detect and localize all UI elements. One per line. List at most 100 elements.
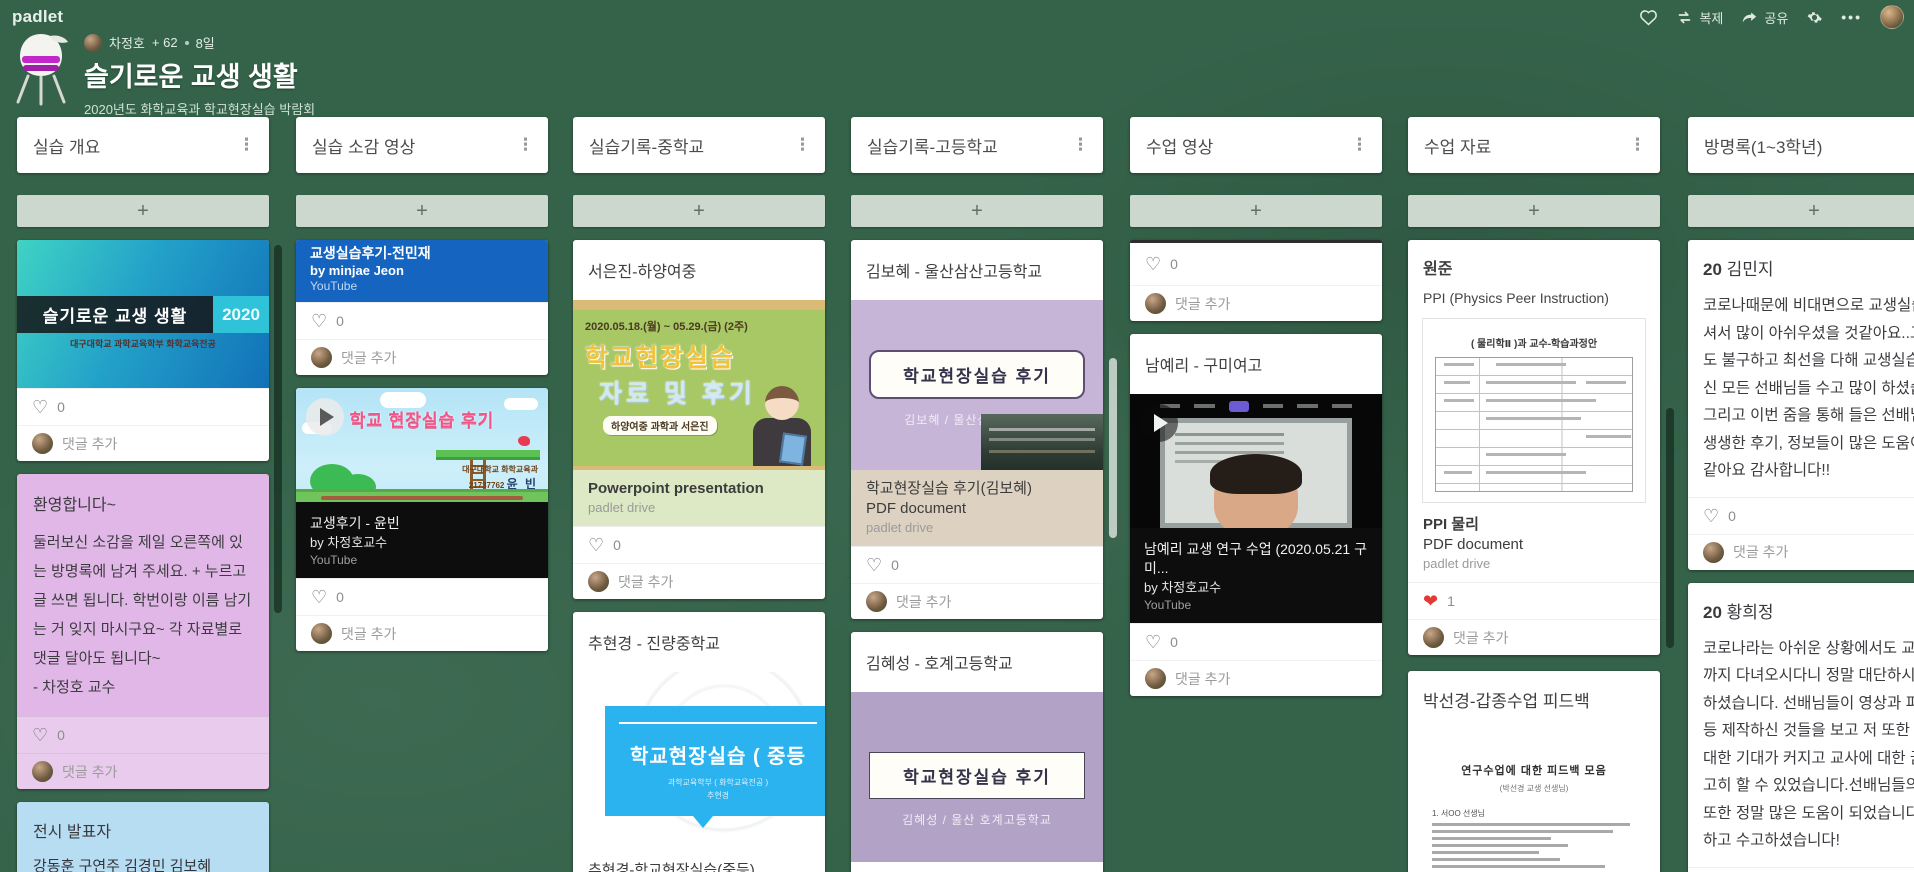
column-menu-icon[interactable]: ⋮ xyxy=(1625,135,1650,155)
share-button[interactable]: 공유 xyxy=(1741,8,1788,27)
column-menu-icon[interactable]: ⋮ xyxy=(234,135,259,155)
settings-button[interactable] xyxy=(1806,9,1823,26)
column-title: 실습기록-중학교 xyxy=(589,133,704,158)
favorite-button[interactable] xyxy=(1639,9,1658,26)
attachment-thumbnail[interactable]: 학교현장실습 ( 중등 과학교육학부 ( 화학교육전공 ) 추현경 xyxy=(573,672,825,852)
post-presenters[interactable]: 전시 발표자 강동훈 구연주 김경민 김보혜 김선영 김은비 김혜성 남예리 박… xyxy=(17,802,269,872)
attachment-thumbnail[interactable]: 2020.05.18.(월) ~ 05.29.(금) (2주) 학교현장실습 자… xyxy=(573,300,825,470)
post-clipped-video[interactable]: ♡0 댓글 추가 xyxy=(1130,240,1382,321)
add-post-button[interactable]: + xyxy=(851,195,1103,227)
add-comment-row[interactable]: 댓글 추가 xyxy=(17,425,269,461)
post-guestbook-hwanghuijeong[interactable]: 20 황희정 코로나라는 아쉬운 상황에서도 교생실습까지 다녀오시다니 정말 … xyxy=(1688,583,1914,872)
like-icon[interactable]: ♡ xyxy=(1145,255,1161,273)
avatar xyxy=(32,433,53,454)
column-title: 실습 개요 xyxy=(33,133,100,158)
column-header[interactable]: 실습기록-중학교 ⋮ xyxy=(573,117,825,173)
attachment-caption: 추현경-학교현장실습(중등) xyxy=(573,852,825,872)
platform-shape xyxy=(436,450,540,460)
slide-subtitle-text: 과학교육학부 ( 화학교육전공 ) xyxy=(605,777,825,788)
user-avatar[interactable] xyxy=(1880,5,1904,29)
video-author: by 차정호교수 xyxy=(310,533,534,552)
contributor-count[interactable]: + 62 xyxy=(152,35,178,50)
add-comment-row[interactable]: 댓글 추가 xyxy=(1130,660,1382,696)
add-post-button[interactable]: + xyxy=(573,195,825,227)
video-author: by 차정호교수 xyxy=(1144,578,1368,597)
column-scrollbar[interactable] xyxy=(274,245,282,613)
like-row: ❤1 xyxy=(1408,582,1660,619)
video-thumbnail[interactable]: 학교 현장실습 후기 대구대학교 화학교육과 21737762 윤 빈 xyxy=(296,388,548,502)
like-icon[interactable]: ♡ xyxy=(311,312,327,330)
more-menu-button[interactable]: ••• xyxy=(1841,9,1862,25)
add-comment-row[interactable]: 댓글 추가 xyxy=(1688,534,1914,570)
avatar xyxy=(1145,293,1166,314)
column-records-high-school: 실습기록-고등학교 ⋮ + 김보혜 - 울산삼산고등학교 학교현장실습 후기 김… xyxy=(851,117,1103,872)
board-title: 슬기로운 교생 생활 xyxy=(84,55,315,94)
column-header[interactable]: 방명록(1~3학년) xyxy=(1688,117,1914,173)
column-menu-icon[interactable]: ⋮ xyxy=(1347,135,1372,155)
post-overview-image[interactable]: 슬기로운 교생 생활 2020 대구대학교 과학교육학부 화학교육전공 ♡0 댓… xyxy=(17,240,269,461)
document-preview[interactable]: ( 물리학Ⅱ )과 교수-학습과정안 xyxy=(1422,318,1646,503)
add-post-button[interactable]: + xyxy=(296,195,548,227)
post-guestbook-kimminji[interactable]: 20 김민지 코로나때문에 비대면으로 교생실습을 하셔서 많이 아쉬우셨을 것… xyxy=(1688,240,1914,570)
add-post-button[interactable]: + xyxy=(1688,195,1914,227)
add-comment-row[interactable]: 댓글 추가 xyxy=(1130,285,1382,321)
video-thumbnail[interactable] xyxy=(1130,394,1382,528)
column-menu-icon[interactable]: ⋮ xyxy=(790,135,815,155)
post-title: 김보혜 - 울산삼산고등학교 xyxy=(866,264,1042,281)
post-nam-yeri[interactable]: 남예리 - 구미여고 남예리 교생 연구 수업 (2020.05.21 구미..… xyxy=(1130,334,1382,696)
like-icon[interactable]: ♡ xyxy=(866,556,882,574)
add-comment-row[interactable]: 댓글 추가 xyxy=(17,753,269,789)
add-comment-row[interactable]: 댓글 추가 xyxy=(573,563,825,599)
like-row: ♡0 xyxy=(296,578,548,615)
post-video-jeon[interactable]: 교생실습후기-전민재 by minjae Jeon YouTube ♡0 댓글 … xyxy=(296,240,548,375)
play-button[interactable] xyxy=(306,398,344,436)
add-comment-row[interactable]: 댓글 추가 xyxy=(851,583,1103,619)
add-post-button[interactable]: + xyxy=(1408,195,1660,227)
thumb-title-text: 슬기로운 교생 생활 xyxy=(17,296,213,333)
column-header[interactable]: 수업 자료 ⋮ xyxy=(1408,117,1660,173)
post-title: 서은진-하양여중 xyxy=(588,264,696,281)
post-video-yunbin[interactable]: 학교 현장실습 후기 대구대학교 화학교육과 21737762 윤 빈 교생후기… xyxy=(296,388,548,651)
column-header[interactable]: 실습 소감 영상 ⋮ xyxy=(296,117,548,173)
column-header[interactable]: 실습기록-고등학교 ⋮ xyxy=(851,117,1103,173)
column-menu-icon[interactable]: ⋮ xyxy=(513,135,538,155)
add-comment-row[interactable]: 댓글 추가 xyxy=(296,339,548,375)
column-menu-icon[interactable]: ⋮ xyxy=(1068,135,1093,155)
post-welcome[interactable]: 환영합니다~ 둘러보신 소감을 제일 오른쪽에 있는 방명록에 남겨 주세요. … xyxy=(17,474,269,789)
like-icon[interactable]: ♡ xyxy=(588,536,604,554)
add-post-button[interactable]: + xyxy=(1130,195,1382,227)
post-kim-bohye[interactable]: 김보혜 - 울산삼산고등학교 학교현장실습 후기 김보혜 / 울산삼산고등학교 … xyxy=(851,240,1103,619)
overview-thumbnail: 슬기로운 교생 생활 2020 대구대학교 과학교육학부 화학교육전공 xyxy=(17,240,269,388)
like-icon[interactable]: ♡ xyxy=(32,726,48,744)
post-park-seonkyeong[interactable]: 박선경-갑종수업 피드백 연구수업에 대한 피드백 모음 (박선경 교생 선생님… xyxy=(1408,671,1660,872)
attachment-thumbnail[interactable]: 학교현장실습 후기 김혜성 / 울산 호계고등학교 xyxy=(851,692,1103,862)
post-seo-eunjin[interactable]: 서은진-하양여중 2020.05.18.(월) ~ 05.29.(금) (2주)… xyxy=(573,240,825,599)
author-avatar[interactable] xyxy=(84,34,102,52)
like-icon[interactable]: ♡ xyxy=(311,588,327,606)
post-kim-hyeseong[interactable]: 김혜성 - 호계고등학교 학교현장실습 후기 김혜성 / 울산 호계고등학교 학… xyxy=(851,632,1103,872)
post-wonjun[interactable]: 원준 PPI (Physics Peer Instruction) ( 물리학Ⅱ… xyxy=(1408,240,1660,655)
play-button[interactable] xyxy=(1140,404,1178,442)
post-title: 김혜성 - 호계고등학교 xyxy=(866,656,1013,673)
like-icon[interactable]: ♡ xyxy=(1145,633,1161,651)
padlet-logo[interactable]: padlet xyxy=(12,7,63,27)
column-header[interactable]: 수업 영상 ⋮ xyxy=(1130,117,1382,173)
remake-button[interactable]: 복제 xyxy=(1676,8,1723,27)
youtube-info-band: 교생후기 - 윤빈 by 차정호교수 YouTube xyxy=(296,502,548,578)
board-avatar-spinning-top-icon xyxy=(10,30,72,108)
column-header[interactable]: 실습 개요 ⋮ xyxy=(17,117,269,173)
like-icon[interactable]: ♡ xyxy=(32,398,48,416)
add-comment-row[interactable]: 댓글 추가 xyxy=(1408,619,1660,655)
video-title: 남예리 교생 연구 수업 (2020.05.21 구미... xyxy=(1144,540,1368,578)
column-scrollbar[interactable] xyxy=(1109,358,1117,538)
post-body: 둘러보신 소감을 제일 오른쪽에 있는 방명록에 남겨 주세요. + 누르고 글… xyxy=(33,528,253,673)
like-icon[interactable]: ♡ xyxy=(1703,507,1719,525)
add-post-button[interactable]: + xyxy=(17,195,269,227)
post-chu-hyeonkyeong[interactable]: 추현경 - 진량중학교 학교현장실습 ( 중등 과학교육학부 ( 화학교육전공 … xyxy=(573,612,825,872)
author-name[interactable]: 차정호 xyxy=(109,33,145,52)
add-comment-row[interactable]: 댓글 추가 xyxy=(296,615,548,651)
column-scrollbar[interactable] xyxy=(1666,408,1674,648)
document-preview[interactable]: 연구수업에 대한 피드백 모음 (박선경 교생 선생님) 1. 서OO 선생님 xyxy=(1422,726,1646,872)
liked-icon[interactable]: ❤ xyxy=(1423,592,1438,610)
attachment-thumbnail[interactable]: 학교현장실습 후기 김보혜 / 울산삼산고등학교 xyxy=(851,300,1103,470)
